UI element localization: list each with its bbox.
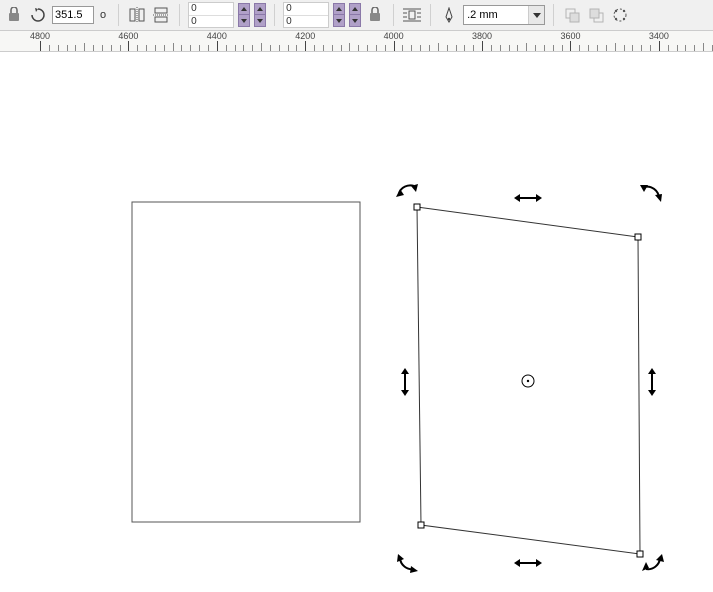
rotate-handle-tr[interactable] bbox=[640, 185, 662, 202]
ruler-label: 3400 bbox=[649, 31, 669, 41]
mirror-vertical-button[interactable] bbox=[151, 5, 171, 25]
corner-spinner-2a[interactable] bbox=[333, 3, 345, 27]
corner-spinner-1a[interactable] bbox=[238, 3, 250, 27]
corner2-bottom-value: 0 bbox=[286, 16, 326, 27]
degree-symbol: o bbox=[100, 9, 106, 21]
corner-round-control: 0 0 bbox=[283, 2, 329, 28]
mirror-horizontal-button[interactable] bbox=[127, 5, 147, 25]
rotation-input[interactable] bbox=[52, 6, 94, 24]
corner-spinner-2b[interactable] bbox=[349, 3, 361, 27]
separator bbox=[179, 4, 180, 26]
to-back-button[interactable] bbox=[586, 5, 606, 25]
ruler-label: 3600 bbox=[560, 31, 580, 41]
corner-bottom-value: 0 bbox=[191, 16, 231, 27]
corner2-top-value: 0 bbox=[286, 3, 326, 14]
separator bbox=[553, 4, 554, 26]
ruler-label: 4200 bbox=[295, 31, 315, 41]
skew-handle-left[interactable] bbox=[401, 368, 409, 396]
rotate-handle-br[interactable] bbox=[642, 554, 664, 571]
ruler-label: 4400 bbox=[207, 31, 227, 41]
outline-width-dropdown[interactable] bbox=[528, 6, 544, 24]
skew-handle-top[interactable] bbox=[514, 194, 542, 202]
horizontal-ruler: 4800 4600 4400 4200 4000 3800 3600 3400 bbox=[0, 30, 713, 52]
separator bbox=[393, 4, 394, 26]
to-front-button[interactable] bbox=[562, 5, 582, 25]
rotate-handle-tl[interactable] bbox=[396, 184, 418, 197]
rectangle-object-1[interactable] bbox=[132, 202, 360, 522]
skew-handle-bottom[interactable] bbox=[514, 559, 542, 567]
corner-top-value: 0 bbox=[191, 3, 231, 14]
corner-scallop-control: 0 0 bbox=[188, 2, 234, 28]
separator bbox=[118, 4, 119, 26]
lock-button-1[interactable] bbox=[4, 5, 24, 25]
separator bbox=[274, 4, 275, 26]
ruler-label: 4600 bbox=[118, 31, 138, 41]
property-bar: o 0 0 0 0 bbox=[0, 0, 713, 30]
node-handle[interactable] bbox=[635, 234, 641, 240]
separator bbox=[430, 4, 431, 26]
outline-pen-icon bbox=[439, 5, 459, 25]
node-handle[interactable] bbox=[414, 204, 420, 210]
node-handle[interactable] bbox=[418, 522, 424, 528]
rotate-icon bbox=[28, 5, 48, 25]
corner-spinner-1b[interactable] bbox=[254, 3, 266, 27]
outline-width-input[interactable] bbox=[464, 9, 528, 21]
convert-to-curves-button[interactable] bbox=[610, 5, 630, 25]
ruler-label: 3800 bbox=[472, 31, 492, 41]
ruler-label: 4000 bbox=[384, 31, 404, 41]
text-wrap-button[interactable] bbox=[402, 5, 422, 25]
drawing-canvas[interactable] bbox=[0, 52, 713, 591]
lock-button-2[interactable] bbox=[365, 5, 385, 25]
rotate-handle-bl[interactable] bbox=[397, 554, 418, 573]
node-handle[interactable] bbox=[637, 551, 643, 557]
ruler-label: 4800 bbox=[30, 31, 50, 41]
canvas-svg bbox=[0, 52, 713, 592]
outline-width-combo[interactable] bbox=[463, 5, 545, 25]
skew-handle-right[interactable] bbox=[648, 368, 656, 396]
